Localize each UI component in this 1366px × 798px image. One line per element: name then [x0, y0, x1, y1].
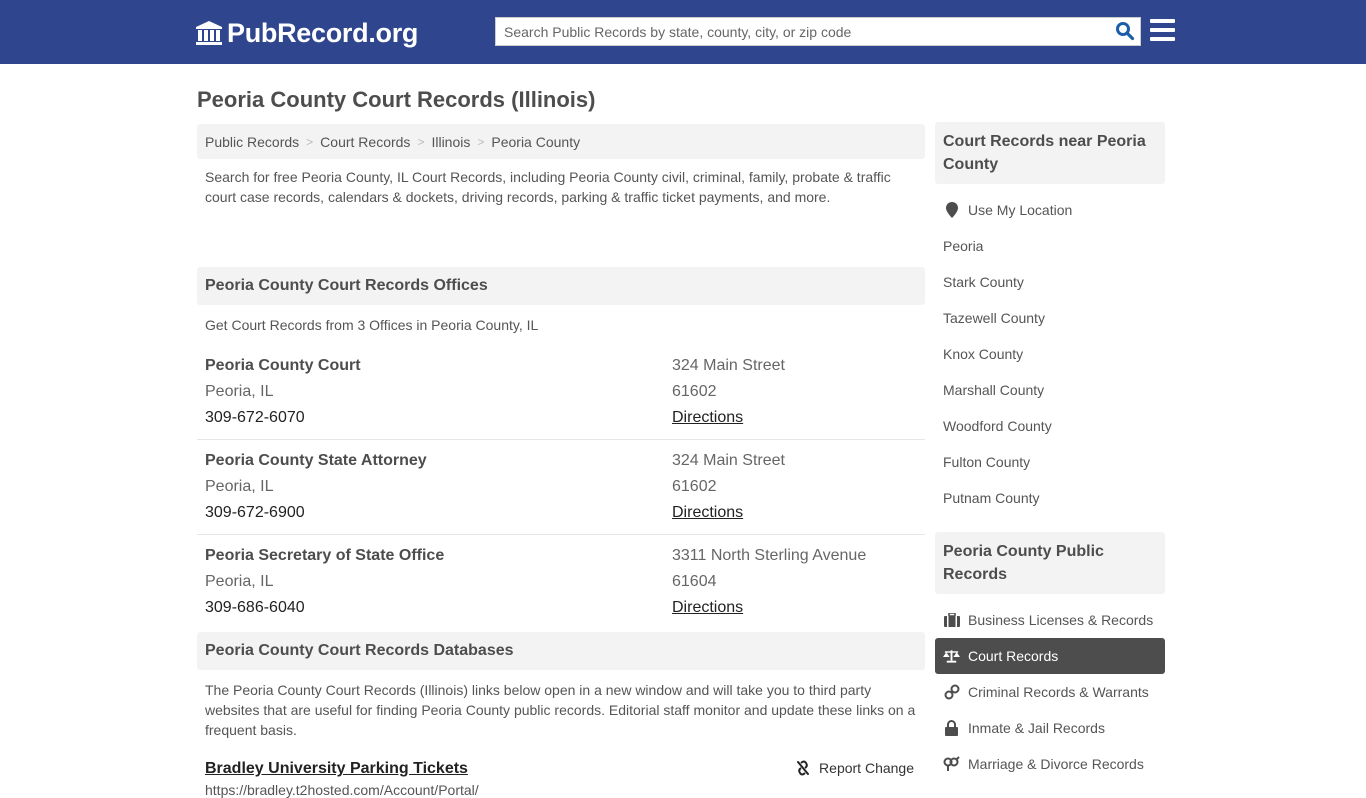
main-content: Public Records > Court Records > Illinoi… — [197, 124, 925, 798]
search-box — [495, 17, 1141, 46]
nearby-item-tazewell-county[interactable]: Tazewell County — [935, 300, 1165, 336]
search-icon — [1116, 22, 1135, 41]
sidebar-item-label: Inmate & Jail Records — [968, 720, 1105, 736]
logo-text: PubRecord.org — [227, 17, 419, 48]
nearby-item-peoria[interactable]: Peoria — [935, 228, 1165, 264]
directions-link[interactable]: Directions — [672, 504, 743, 521]
breadcrumb-illinois[interactable]: Illinois — [431, 134, 470, 150]
office-zip: 61604 — [672, 573, 717, 590]
sidebar-item-marriage-records[interactable]: Marriage & Divorce Records — [935, 746, 1165, 782]
sidebar-item-criminal-records[interactable]: Criminal Records & Warrants — [935, 674, 1165, 710]
report-change-button[interactable]: Report Change — [795, 760, 914, 776]
office-city: Peoria, IL — [205, 478, 274, 495]
directions-link[interactable]: Directions — [672, 599, 743, 616]
top-navbar: PubRecord.org — [0, 0, 1366, 64]
databases-description: The Peoria County Court Records (Illinoi… — [205, 682, 916, 738]
office-phone[interactable]: 309-672-6070 — [205, 405, 672, 431]
office-address: 324 Main Street — [672, 357, 785, 374]
briefcase-icon — [943, 612, 960, 628]
search-input[interactable] — [496, 18, 1106, 45]
office-name: Peoria County Court — [205, 357, 361, 374]
office-item: Peoria County Court Peoria, IL 309-672-6… — [197, 345, 925, 440]
handcuffs-icon — [943, 684, 960, 700]
courthouse-icon — [196, 21, 222, 45]
nearby-item-stark-county[interactable]: Stark County — [935, 264, 1165, 300]
directions-link[interactable]: Directions — [672, 409, 743, 426]
public-records-heading: Peoria County Public Records — [935, 532, 1165, 594]
office-name: Peoria County State Attorney — [205, 452, 427, 469]
office-city: Peoria, IL — [205, 383, 274, 400]
unlink-icon — [797, 760, 810, 776]
office-item: Peoria County State Attorney Peoria, IL … — [197, 440, 925, 535]
sidebar-item-label: Business Licenses & Records — [968, 612, 1154, 628]
sidebar-item-inmate-records[interactable]: Inmate & Jail Records — [935, 710, 1165, 746]
page-title: Peoria County Court Records (Illinois) — [197, 87, 596, 112]
intro-text: Search for free Peoria County, IL Court … — [205, 169, 891, 205]
breadcrumb-separator: > — [417, 134, 425, 149]
venus-mars-icon — [943, 756, 960, 772]
report-change-label: Report Change — [819, 760, 914, 776]
nearby-heading: Court Records near Peoria County — [935, 122, 1165, 184]
breadcrumb-separator: > — [306, 134, 314, 149]
office-zip: 61602 — [672, 383, 717, 400]
site-logo[interactable]: PubRecord.org — [195, 17, 418, 49]
breadcrumb-public-records[interactable]: Public Records — [205, 134, 299, 150]
office-name: Peoria Secretary of State Office — [205, 547, 445, 564]
office-city: Peoria, IL — [205, 573, 274, 590]
nearby-item-knox-county[interactable]: Knox County — [935, 336, 1165, 372]
nearby-item-marshall-county[interactable]: Marshall County — [935, 372, 1165, 408]
office-zip: 61602 — [672, 478, 717, 495]
balance-scale-icon — [943, 648, 960, 664]
breadcrumb-court-records[interactable]: Court Records — [320, 134, 410, 150]
use-my-location-link[interactable]: Use My Location — [935, 192, 1165, 228]
breadcrumb-separator: > — [477, 134, 485, 149]
database-item: Bradley University Parking Tickets https… — [197, 760, 925, 798]
office-address: 3311 North Sterling Avenue — [672, 547, 867, 564]
nearby-item-putnam-county[interactable]: Putnam County — [935, 480, 1165, 516]
sidebar-item-court-records[interactable]: Court Records — [935, 638, 1165, 674]
offices-subheading: Get Court Records from 3 Offices in Peor… — [205, 317, 539, 333]
map-marker-icon — [943, 202, 960, 218]
sidebar-item-business-licenses[interactable]: Business Licenses & Records — [935, 602, 1165, 638]
sidebar-item-label: Criminal Records & Warrants — [968, 684, 1149, 700]
lock-icon — [943, 720, 960, 736]
hamburger-icon-bar — [1150, 19, 1175, 23]
database-url: https://bradley.t2hosted.com/Account/Por… — [205, 782, 479, 798]
office-phone[interactable]: 309-686-6040 — [205, 595, 672, 621]
hamburger-icon-bar — [1150, 37, 1175, 41]
database-link[interactable]: Bradley University Parking Tickets — [205, 760, 468, 777]
use-my-location-label: Use My Location — [968, 202, 1073, 218]
office-phone[interactable]: 309-672-6900 — [205, 500, 672, 526]
office-address: 324 Main Street — [672, 452, 785, 469]
sidebar: Court Records near Peoria County Use My … — [935, 122, 1165, 790]
databases-heading: Peoria County Court Records Databases — [197, 632, 925, 670]
breadcrumb: Public Records > Court Records > Illinoi… — [197, 124, 925, 159]
breadcrumb-peoria-county[interactable]: Peoria County — [491, 134, 580, 150]
nearby-list: Use My Location Peoria Stark County Taze… — [935, 184, 1165, 524]
hamburger-icon-bar — [1150, 28, 1175, 32]
sidebar-item-label: Marriage & Divorce Records — [968, 756, 1144, 772]
nearby-item-woodford-county[interactable]: Woodford County — [935, 408, 1165, 444]
search-button[interactable] — [1114, 21, 1136, 43]
offices-heading: Peoria County Court Records Offices — [197, 267, 925, 305]
nearby-item-fulton-county[interactable]: Fulton County — [935, 444, 1165, 480]
sidebar-item-label: Court Records — [968, 648, 1059, 664]
office-item: Peoria Secretary of State Office Peoria,… — [197, 535, 925, 630]
menu-button[interactable] — [1150, 19, 1176, 43]
public-records-list: Business Licenses & Records Court Record… — [935, 594, 1165, 790]
